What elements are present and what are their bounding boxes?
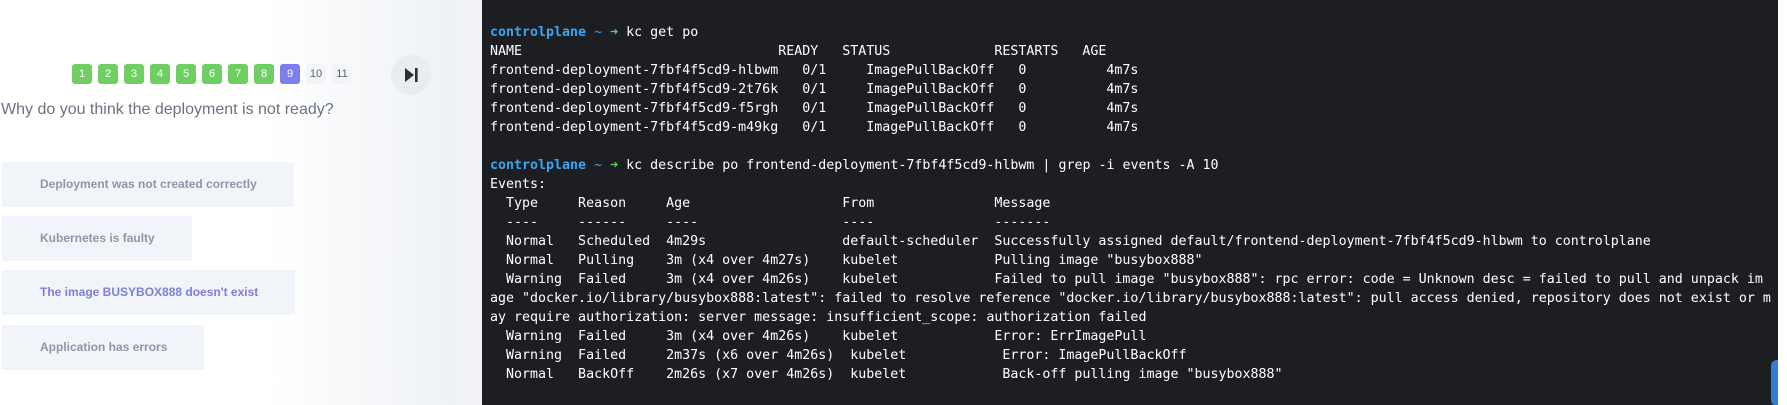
question-number-3[interactable]: 3 — [124, 64, 144, 84]
events-line: Warning Failed 3m (x4 over 4m26s) kubele… — [490, 272, 1763, 287]
events-line: Normal Scheduled 4m29s default-scheduler… — [490, 234, 1651, 249]
skip-question-button[interactable] — [391, 55, 431, 95]
panel-divider — [452, 0, 482, 405]
terminal[interactable]: controlplane ~ ➜ kc get po NAME READY ST… — [482, 0, 1787, 405]
events-line: Normal BackOff 2m26s (x7 over 4m26s) kub… — [490, 367, 1283, 382]
answer-option-2[interactable]: Kubernetes is faulty — [2, 216, 192, 261]
question-number-5[interactable]: 5 — [176, 64, 196, 84]
question-number-9[interactable]: 9 — [280, 64, 300, 84]
events-line: ---- ------ ---- ---- ------- — [490, 215, 1051, 230]
command-text: kc describe po frontend-deployment-7fbf4… — [626, 158, 1219, 173]
question-number-4[interactable]: 4 — [150, 64, 170, 84]
prompt-path: ~ — [594, 25, 603, 40]
answer-option-3[interactable]: The image BUSYBOX888 doesn't exist — [2, 270, 295, 315]
question-text: Why do you think the deployment is not r… — [1, 101, 334, 118]
question-number-8[interactable]: 8 — [254, 64, 274, 84]
pods-table-row: frontend-deployment-7fbf4f5cd9-m49kg 0/1… — [490, 120, 1139, 135]
page: 1 2 3 4 5 6 7 8 9 10 11 Why do you think… — [0, 0, 1787, 405]
answer-option-4[interactable]: Application has errors — [2, 325, 204, 370]
events-line: ay require authorization: server message… — [490, 310, 1147, 325]
prompt-arrow-icon: ➜ — [610, 158, 619, 173]
pods-table-row: frontend-deployment-7fbf4f5cd9-f5rgh 0/1… — [490, 101, 1139, 116]
events-line: Normal Pulling 3m (x4 over 4m27s) kubele… — [490, 253, 1203, 268]
answer-option-1[interactable]: Deployment was not created correctly — [2, 162, 294, 207]
prompt-arrow-icon: ➜ — [610, 25, 619, 40]
question-number-11[interactable]: 11 — [332, 64, 352, 84]
prompt-host: controlplane — [490, 158, 587, 173]
events-line: Events: — [490, 177, 547, 192]
events-line: Type Reason Age From Message — [490, 196, 1051, 211]
prompt-line-2: controlplane ~ ➜ kc describe po frontend… — [490, 156, 1781, 175]
events-line: age "docker.io/library/busybox888:latest… — [490, 291, 1771, 306]
command-text: kc get po — [626, 25, 699, 40]
question-number-7[interactable]: 7 — [228, 64, 248, 84]
pods-table-row: frontend-deployment-7fbf4f5cd9-hlbwm 0/1… — [490, 63, 1139, 78]
question-navigator: 1 2 3 4 5 6 7 8 9 10 11 — [72, 64, 352, 84]
prompt-line-1: controlplane ~ ➜ kc get po — [490, 23, 1781, 42]
quiz-panel: 1 2 3 4 5 6 7 8 9 10 11 Why do you think… — [0, 0, 452, 405]
question-number-6[interactable]: 6 — [202, 64, 222, 84]
events-line: Warning Failed 3m (x4 over 4m26s) kubele… — [490, 329, 1147, 344]
question-number-1[interactable]: 1 — [72, 64, 92, 84]
events-line: Warning Failed 2m37s (x6 over 4m26s) kub… — [490, 348, 1187, 363]
pods-table-header: NAME READY STATUS RESTARTS AGE — [490, 44, 1107, 59]
prompt-host: controlplane — [490, 25, 587, 40]
prompt-path: ~ — [594, 158, 603, 173]
question-number-10[interactable]: 10 — [306, 64, 326, 84]
window-edge — [1778, 0, 1787, 405]
skip-forward-icon — [405, 68, 418, 82]
question-number-2[interactable]: 2 — [98, 64, 118, 84]
pods-table-row: frontend-deployment-7fbf4f5cd9-2t76k 0/1… — [490, 82, 1139, 97]
